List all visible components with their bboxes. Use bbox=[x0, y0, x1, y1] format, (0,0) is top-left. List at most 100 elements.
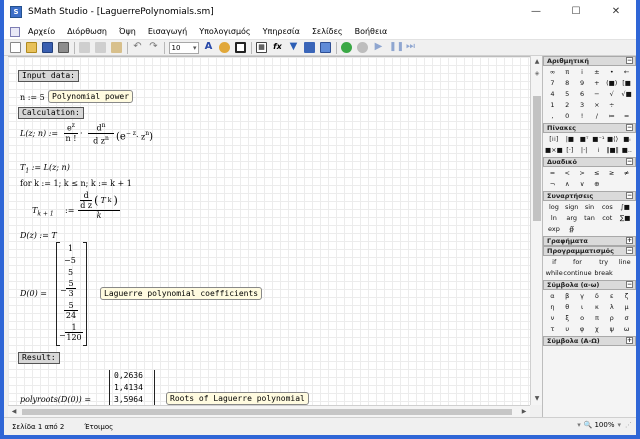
font-size-select[interactable]: 10 bbox=[168, 41, 199, 54]
arith-btn-r3-c0[interactable]: 1 bbox=[545, 100, 560, 111]
matrix-row-icon[interactable]: |·| bbox=[577, 145, 591, 156]
laguerre-def-left[interactable]: L(z; n) := bbox=[20, 129, 58, 139]
arith-btn-r2-c3[interactable]: − bbox=[589, 89, 604, 100]
menu-view[interactable]: Όψη bbox=[113, 27, 142, 36]
greek-btn-r0-c0[interactable]: α bbox=[545, 291, 560, 302]
for-loop[interactable]: for k := 1; k ≤ n; k := k + 1 bbox=[20, 179, 132, 189]
greek-btn-r2-c5[interactable]: σ bbox=[619, 313, 634, 324]
prog-btn-r0-c3[interactable]: line bbox=[616, 257, 634, 268]
prog-btn-r1-c2[interactable]: break bbox=[592, 268, 616, 279]
result-label[interactable]: Result: bbox=[18, 352, 60, 364]
greek-btn-r0-c5[interactable]: ζ bbox=[619, 291, 634, 302]
greek-btn-r2-c0[interactable]: ν bbox=[545, 313, 560, 324]
coefficients-comment[interactable]: Laguerre polynomial coefficients bbox=[100, 287, 263, 300]
matrix-norm-icon[interactable]: ‖■‖ bbox=[605, 145, 619, 156]
polynomial-power-comment[interactable]: Polynomial power bbox=[48, 90, 134, 103]
bool-btn-r0-c3[interactable]: ≤ bbox=[589, 168, 604, 179]
vector-icon[interactable]: [·] bbox=[563, 145, 577, 156]
zoom-control[interactable]: ▾ 🔍 100% ▾ ⋰ bbox=[577, 421, 632, 429]
func-btn-r0-c1[interactable]: sign bbox=[563, 202, 581, 213]
greek-btn-r2-c1[interactable]: ξ bbox=[560, 313, 575, 324]
page-layout-icon[interactable] bbox=[320, 42, 331, 53]
document-menu-icon[interactable] bbox=[10, 26, 20, 37]
worksheet-canvas[interactable]: Input data: n := 5 Polynomial power Calc… bbox=[8, 56, 530, 405]
paste-icon[interactable] bbox=[111, 42, 122, 53]
roots-comment[interactable]: Roots of Laguerre polynomial bbox=[166, 392, 309, 405]
arith-btn-r4-c2[interactable]: ! bbox=[575, 111, 590, 122]
arith-btn-r0-c4[interactable]: • bbox=[604, 67, 619, 78]
menu-file[interactable]: Αρχείο bbox=[22, 27, 61, 36]
greek-btn-r1-c0[interactable]: η bbox=[545, 302, 560, 313]
greek-btn-r2-c3[interactable]: π bbox=[589, 313, 604, 324]
collapse-icon[interactable]: − bbox=[626, 158, 633, 165]
bool-btn-r0-c1[interactable]: < bbox=[560, 168, 575, 179]
maximize-button[interactable]: ☐ bbox=[556, 0, 596, 24]
greek-btn-r0-c3[interactable]: δ bbox=[589, 291, 604, 302]
polyroots-left[interactable]: polyroots(D(0)) = bbox=[20, 395, 91, 405]
open-folder-icon[interactable] bbox=[26, 42, 37, 53]
greek-btn-r3-c5[interactable]: ω bbox=[619, 324, 634, 335]
stop-icon[interactable] bbox=[357, 42, 368, 53]
matrix-range-icon[interactable]: ■.. bbox=[620, 145, 634, 156]
expand-icon[interactable]: + bbox=[626, 337, 633, 344]
arith-btn-r3-c1[interactable]: 2 bbox=[560, 100, 575, 111]
menu-help[interactable]: Βοήθεια bbox=[349, 27, 394, 36]
func-btn-r1-c4[interactable]: ∑■ bbox=[616, 213, 634, 224]
func-btn-r0-c3[interactable]: cos bbox=[598, 202, 616, 213]
func-btn-r2-c1[interactable]: ∯ bbox=[563, 224, 581, 235]
greek-btn-r2-c4[interactable]: ρ bbox=[604, 313, 619, 324]
panel-programming-header[interactable]: Προγραμματισμός − bbox=[543, 246, 636, 256]
undo-icon[interactable]: ↶ bbox=[132, 42, 143, 53]
arith-btn-r3-c4[interactable]: ÷ bbox=[604, 100, 619, 111]
arith-btn-r4-c4[interactable]: ≔ bbox=[604, 111, 619, 122]
arith-btn-r1-c3[interactable]: + bbox=[589, 78, 604, 89]
zoom-dropdown-icon[interactable]: ▾ bbox=[577, 421, 581, 429]
cross-product-icon[interactable]: ■×■ bbox=[545, 145, 563, 156]
arith-btn-r0-c5[interactable]: ← bbox=[619, 67, 634, 78]
prog-btn-r1-c1[interactable]: continue bbox=[563, 268, 591, 279]
matrix-col-icon[interactable]: ⁞ bbox=[591, 145, 605, 156]
prog-btn-r0-c0[interactable]: if bbox=[545, 257, 563, 268]
func-btn-r2-c0[interactable]: exp bbox=[545, 224, 563, 235]
border-icon[interactable] bbox=[235, 42, 246, 53]
panel-boolean-header[interactable]: Δυαδικό − bbox=[543, 157, 636, 167]
func-btn-r1-c2[interactable]: tan bbox=[581, 213, 599, 224]
resize-grip-icon[interactable]: ⋰ bbox=[625, 421, 632, 429]
arith-btn-r0-c2[interactable]: i bbox=[575, 67, 590, 78]
greek-btn-r0-c1[interactable]: β bbox=[560, 291, 575, 302]
bool-btn-r1-c1[interactable]: ∧ bbox=[560, 179, 575, 190]
color-palette-icon[interactable] bbox=[219, 42, 230, 53]
tk1-symbol[interactable]: Tk + 1 bbox=[32, 206, 54, 220]
panel-greek-lower-header[interactable]: Σύμβολα (α-ω) − bbox=[543, 280, 636, 290]
func-btn-r1-c3[interactable]: cot bbox=[598, 213, 616, 224]
bool-btn-r0-c5[interactable]: ≠ bbox=[619, 168, 634, 179]
menu-calculation[interactable]: Υπολογισμός bbox=[193, 27, 256, 36]
greek-btn-r3-c0[interactable]: τ bbox=[545, 324, 560, 335]
inverse-icon[interactable]: ■⁻¹ bbox=[591, 134, 605, 145]
prog-btn-r1-c0[interactable]: while bbox=[545, 268, 563, 279]
greek-btn-r3-c1[interactable]: υ bbox=[560, 324, 575, 335]
greek-btn-r3-c3[interactable]: χ bbox=[589, 324, 604, 335]
t1-definition[interactable]: T1 := L(z; n) bbox=[20, 163, 70, 177]
input-data-label[interactable]: Input data: bbox=[18, 70, 79, 82]
column-icon[interactable]: ■⟨⟩ bbox=[605, 134, 619, 145]
book-icon[interactable] bbox=[304, 42, 315, 53]
arith-btn-r2-c5[interactable]: √■ bbox=[619, 89, 634, 100]
collapse-icon[interactable]: − bbox=[626, 247, 633, 254]
func-btn-r1-c1[interactable]: arg bbox=[563, 213, 581, 224]
arith-btn-r1-c2[interactable]: 9 bbox=[575, 78, 590, 89]
arith-btn-r4-c3[interactable]: / bbox=[589, 111, 604, 122]
panel-arithmetic-header[interactable]: Αριθμητική − bbox=[543, 56, 636, 66]
func-btn-r1-c0[interactable]: ln bbox=[545, 213, 563, 224]
d0-left[interactable]: D(0) = bbox=[20, 289, 47, 299]
bool-btn-r1-c0[interactable]: ¬ bbox=[545, 179, 560, 190]
arith-btn-r1-c4[interactable]: (■) bbox=[604, 78, 619, 89]
arith-btn-r4-c1[interactable]: 0 bbox=[560, 111, 575, 122]
greek-btn-r0-c4[interactable]: ε bbox=[604, 291, 619, 302]
panel-matrix-header[interactable]: Πίνακες − bbox=[543, 123, 636, 133]
greek-btn-r1-c3[interactable]: κ bbox=[589, 302, 604, 313]
filter-icon[interactable]: ▼ bbox=[288, 42, 299, 53]
greek-btn-r0-c2[interactable]: γ bbox=[575, 291, 590, 302]
func-btn-r0-c2[interactable]: sin bbox=[581, 202, 599, 213]
d-definition[interactable]: D(z) := T bbox=[20, 231, 57, 241]
